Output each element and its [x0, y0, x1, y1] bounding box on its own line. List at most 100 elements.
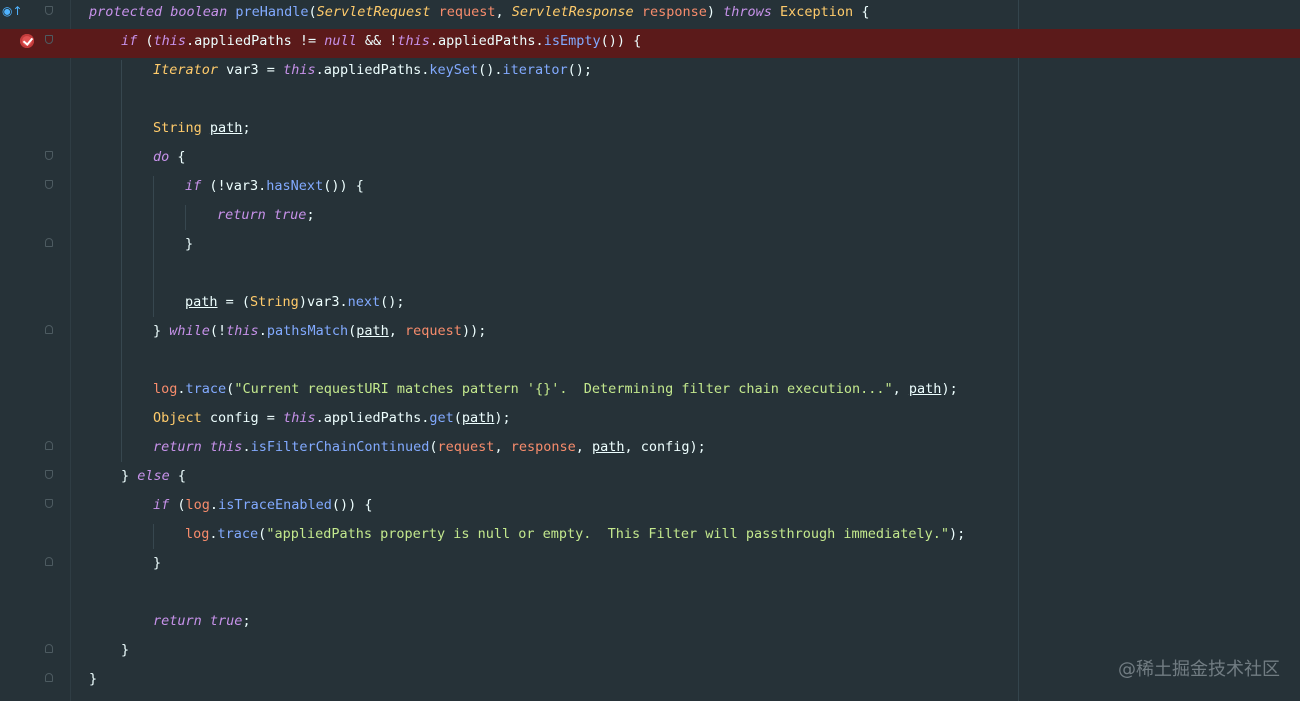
breakpoint-icon[interactable] [20, 34, 34, 48]
code-token: && ! [356, 33, 398, 49]
code-token: .appliedPaths. [429, 33, 544, 49]
fold-marker-icon[interactable] [45, 6, 53, 15]
fold-marker-icon[interactable] [45, 470, 53, 479]
code-token: { [853, 4, 870, 20]
code-line[interactable]: } while(!this.pathsMatch(path, request))… [0, 319, 1300, 348]
code-line[interactable]: } [0, 667, 1300, 696]
code-token: log [185, 497, 210, 513]
code-token: ()) { [331, 497, 373, 513]
code-token: . [209, 526, 218, 542]
code-line[interactable] [0, 87, 1300, 116]
code-token: ; [306, 207, 315, 223]
code-line[interactable]: if (log.isTraceEnabled()) { [0, 493, 1300, 522]
code-line[interactable]: } else { [0, 464, 1300, 493]
watermark: @稀土掘金技术社区 [1118, 659, 1280, 680]
override-icon[interactable]: ◉↑ [2, 3, 23, 19]
code-token: ; [242, 120, 251, 136]
fold-marker-icon[interactable] [45, 325, 53, 334]
code-token: "Current requestURI matches pattern '{}'… [234, 381, 893, 397]
code-line[interactable]: if (!var3.hasNext()) { [0, 174, 1300, 203]
code-token: )); [461, 323, 487, 339]
code-line[interactable]: return this.isFilterChainContinued(reque… [0, 435, 1300, 464]
code-token: } [153, 555, 162, 571]
code-token: preHandle [235, 4, 309, 20]
fold-marker-icon[interactable] [45, 499, 53, 508]
code-token: keySet [429, 62, 479, 78]
fold-marker-icon[interactable] [45, 35, 53, 44]
code-token: { [169, 149, 186, 165]
code-line[interactable]: return true; [0, 203, 1300, 232]
code-line-text: } else { [121, 464, 186, 488]
code-line[interactable]: } [0, 551, 1300, 580]
code-token: do [153, 149, 170, 165]
code-token: (!var3. [201, 178, 267, 194]
code-line[interactable]: String path; [0, 116, 1300, 145]
code-token: protected [89, 4, 163, 20]
code-token: ( [453, 410, 462, 426]
code-token: config = [201, 410, 284, 426]
code-line-text: } [121, 638, 129, 662]
fold-marker-icon[interactable] [45, 238, 53, 247]
code-token: trace [217, 526, 259, 542]
code-line[interactable]: Object config = this.appliedPaths.get(pa… [0, 406, 1300, 435]
code-token: String [250, 294, 299, 310]
indent-guide [153, 176, 154, 317]
code-token: else [137, 468, 170, 484]
code-line-text: } while(!this.pathsMatch(path, request))… [153, 319, 486, 343]
code-line[interactable] [0, 348, 1300, 377]
code-line[interactable]: } [0, 232, 1300, 261]
code-editor[interactable]: protected boolean preHandle(ServletReque… [0, 0, 1300, 701]
code-token: Object [153, 410, 202, 426]
code-line[interactable]: if (this.appliedPaths != null && !this.a… [0, 29, 1300, 58]
code-line[interactable]: protected boolean preHandle(ServletReque… [0, 0, 1300, 29]
fold-marker-icon[interactable] [45, 644, 53, 653]
code-token: ); [494, 410, 511, 426]
code-token: log [185, 526, 210, 542]
indent-guide [121, 60, 122, 462]
code-token: ; [242, 613, 251, 629]
code-token: this [153, 33, 187, 49]
fold-marker-icon[interactable] [45, 557, 53, 566]
code-line[interactable]: log.trace("Current requestURI matches pa… [0, 377, 1300, 406]
code-token: = ( [217, 294, 251, 310]
code-token: ( [137, 33, 154, 49]
code-token: , [892, 381, 909, 397]
code-line[interactable]: return true; [0, 609, 1300, 638]
code-token: ServletRequest [316, 4, 431, 20]
code-token: ) [706, 4, 724, 20]
code-line-text: } [89, 667, 97, 691]
code-token: String [153, 120, 202, 136]
code-token: isTraceEnabled [218, 497, 332, 513]
code-line[interactable] [0, 261, 1300, 290]
code-token: (! [209, 323, 227, 339]
code-token: , [388, 323, 406, 339]
fold-marker-icon[interactable] [45, 151, 53, 160]
code-line-text: do { [153, 145, 186, 169]
code-token: path [592, 439, 625, 455]
code-token: true [273, 207, 307, 223]
code-token: this [283, 62, 316, 78]
code-line[interactable]: log.trace("appliedPaths property is null… [0, 522, 1300, 551]
fold-marker-icon[interactable] [45, 180, 53, 189]
code-line[interactable]: path = (String)var3.next(); [0, 290, 1300, 319]
code-token: , config); [624, 439, 706, 455]
code-line-text: log.trace("Current requestURI matches pa… [153, 377, 958, 401]
code-token: null [324, 33, 357, 49]
code-token: "appliedPaths property is null or empty.… [266, 526, 950, 542]
code-line[interactable]: do { [0, 145, 1300, 174]
code-line[interactable] [0, 580, 1300, 609]
fold-marker-icon[interactable] [45, 441, 53, 450]
code-line[interactable]: } [0, 638, 1300, 667]
code-token: return [217, 207, 266, 223]
indent-guide [153, 524, 154, 549]
code-line-text: } [185, 232, 193, 256]
code-token: path [908, 381, 942, 397]
code-token: . [258, 323, 267, 339]
code-token: var3 = [218, 62, 284, 78]
fold-marker-icon[interactable] [45, 673, 53, 682]
code-line-text: if (!var3.hasNext()) { [185, 174, 364, 198]
code-token: next [347, 294, 381, 310]
code-line[interactable]: Iterator var3 = this.appliedPaths.keySet… [0, 58, 1300, 87]
